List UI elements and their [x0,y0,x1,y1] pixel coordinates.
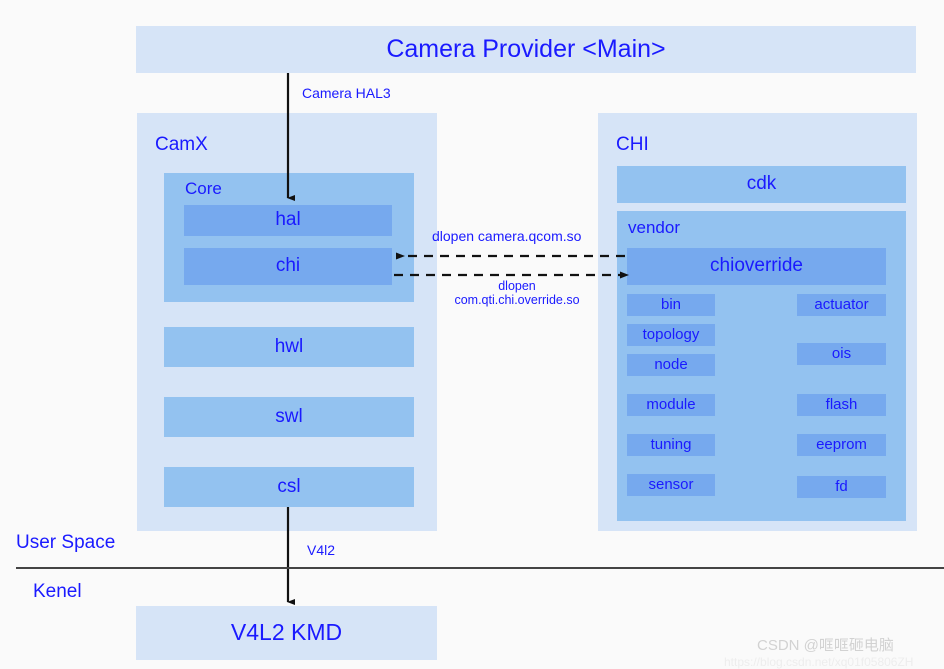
chi-vendor-item-bin[interactable]: bin [627,294,715,316]
chi-vendor-item-node[interactable]: node [627,354,715,376]
camx-layer-csl-label: csl [277,475,301,497]
chi-vendor-item-actuator[interactable]: actuator [797,294,886,316]
camx-layer-hwl[interactable]: hwl [164,327,414,367]
chi-vendor-item-flash-label: flash [825,395,858,413]
edge-label-dlopen-chi-override-line2: com.qti.chi.override.so [454,293,580,308]
v4l2-kmd-box[interactable]: V4L2 KMD [136,606,437,660]
chi-vendor-item-sensor-label: sensor [648,475,694,493]
chi-cdk-label: cdk [746,173,777,195]
chi-vendor-chioverride[interactable]: chioverride [627,248,886,285]
chi-vendor-item-tuning-label: tuning [650,435,692,453]
camx-layer-csl[interactable]: csl [164,467,414,507]
chi-vendor-item-actuator-label: actuator [814,295,869,313]
chi-vendor-item-flash[interactable]: flash [797,394,886,416]
user-space-label: User Space [16,532,116,553]
chi-vendor-item-fd[interactable]: fd [797,476,886,498]
edge-label-camera-hal3: Camera HAL3 [302,85,391,101]
v4l2-kmd-label: V4L2 KMD [230,619,343,646]
chi-vendor-item-topology-label: topology [642,325,700,343]
chi-vendor-item-ois[interactable]: ois [797,343,886,365]
chi-vendor-title: vendor [628,218,680,237]
camx-layer-swl[interactable]: swl [164,397,414,437]
camx-module-hal-label: hal [275,209,301,231]
camx-layer-swl-label: swl [275,405,303,427]
chi-vendor-item-ois-label: ois [831,344,852,362]
camx-module-hal[interactable]: hal [184,205,392,236]
camera-provider-banner[interactable]: Camera Provider <Main> [136,26,916,73]
chi-vendor-item-topology[interactable]: topology [627,324,715,346]
chi-vendor-item-module-label: module [646,395,696,413]
chi-vendor-chioverride-label: chioverride [710,255,803,277]
chi-vendor-item-eeprom[interactable]: eeprom [797,434,886,456]
camx-module-chi-label: chi [275,255,301,277]
chi-vendor-item-module[interactable]: module [627,394,715,416]
edge-label-dlopen-camera-qcom: dlopen camera.qcom.so [432,228,582,244]
chi-vendor-item-tuning[interactable]: tuning [627,434,715,456]
chi-cdk-block[interactable]: cdk [617,166,906,203]
edge-label-v4l2: V4l2 [307,542,336,558]
csdn-watermark: CSDN @哐哐砸电脑 [757,637,894,654]
edge-label-dlopen-chi-override: dlopen com.qti.chi.override.so [437,279,597,308]
camx-core-title: Core [185,179,222,198]
camx-module-chi[interactable]: chi [184,248,392,285]
chi-vendor-item-sensor[interactable]: sensor [627,474,715,496]
diagram-canvas: Camera Provider <Main> CamX Core hal chi… [0,0,944,669]
chi-panel-title: CHI [616,134,649,155]
chi-vendor-item-eeprom-label: eeprom [816,435,867,453]
chi-vendor-item-fd-label: fd [835,477,848,495]
chi-vendor-item-node-label: node [654,355,688,373]
camx-panel-title: CamX [155,134,208,155]
edge-label-dlopen-chi-override-line1: dlopen [498,279,536,293]
camera-provider-label: Camera Provider <Main> [386,34,666,63]
camx-layer-hwl-label: hwl [274,335,304,357]
kernel-label: Kenel [33,581,82,602]
chi-vendor-item-bin-label: bin [660,295,682,313]
csdn-watermark-url: https://blog.csdn.net/xq01f05806ZH [724,655,914,669]
